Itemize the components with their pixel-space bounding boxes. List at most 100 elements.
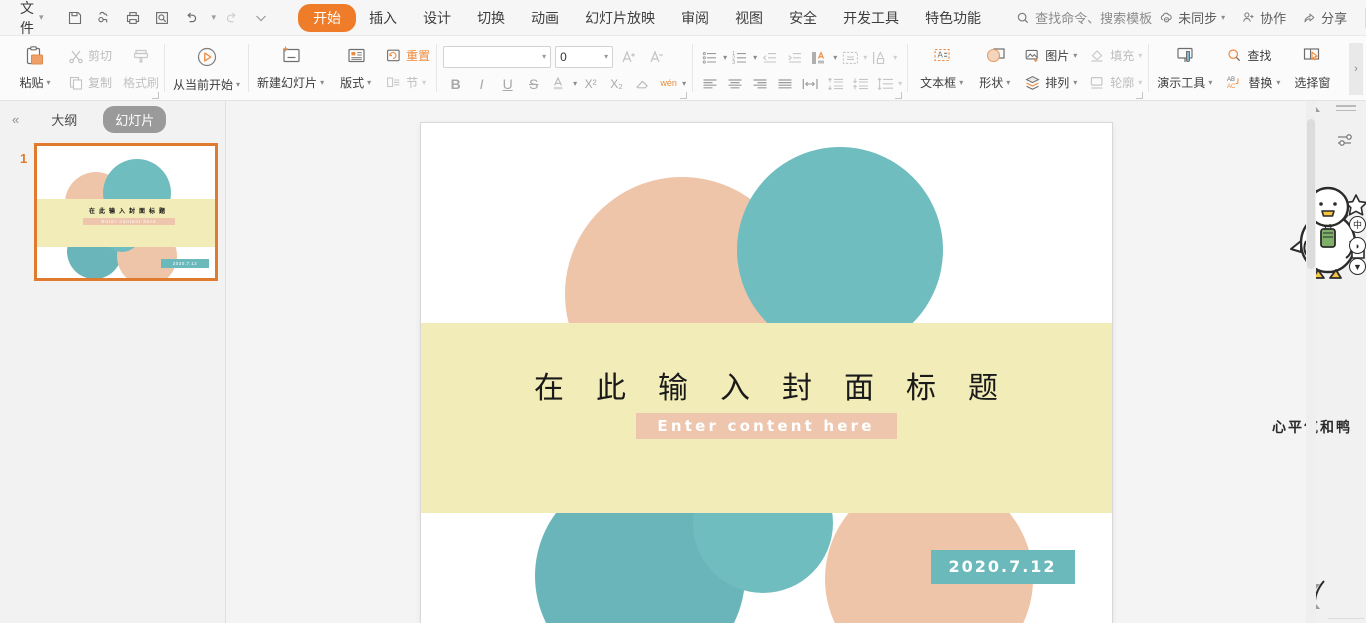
print-icon[interactable]: [120, 5, 147, 31]
vertical-scrollbar-thumb[interactable]: [1307, 119, 1315, 269]
layout-button[interactable]: 版式 ▾: [332, 40, 379, 91]
tab-view[interactable]: 视图: [722, 4, 776, 32]
paragraph-dialog-launcher[interactable]: [895, 92, 903, 99]
insert-dialog-launcher[interactable]: [1136, 92, 1144, 99]
share-button[interactable]: 分享: [1295, 4, 1354, 31]
text-color-button[interactable]: [547, 72, 572, 95]
redo-icon[interactable]: [218, 5, 245, 31]
align-center-button[interactable]: [723, 72, 747, 95]
line-spacing-up-button[interactable]: [823, 72, 847, 95]
copy-button[interactable]: 复制: [62, 69, 118, 96]
tab-insert[interactable]: 插入: [356, 4, 410, 32]
collapse-panel-button[interactable]: «: [6, 110, 25, 129]
undo-icon[interactable]: [178, 5, 205, 31]
font-name-input[interactable]: ▾: [443, 45, 552, 68]
chevron-down-icon[interactable]: ▾: [753, 53, 757, 62]
font-dialog-launcher[interactable]: [680, 92, 688, 99]
save-icon[interactable]: [62, 5, 89, 31]
decrease-font-size-button[interactable]: [645, 45, 669, 68]
paste-button[interactable]: 粘贴 ▾: [8, 40, 62, 91]
vertical-scrollbar-track[interactable]: [1306, 101, 1316, 623]
search-command-box[interactable]: 查找命令、搜索模板: [1016, 8, 1152, 27]
bullet-list-button[interactable]: [698, 46, 722, 69]
collaborate-button[interactable]: 协作: [1234, 4, 1293, 31]
text-direction-button[interactable]: [808, 46, 832, 69]
undo-dropdown-icon[interactable]: ▾: [212, 12, 217, 23]
chinese-input-badge[interactable]: 中: [1349, 216, 1366, 233]
chevron-down-icon[interactable]: ▾: [604, 52, 608, 61]
slide-title[interactable]: 在此输入封面标题: [421, 363, 1112, 407]
columns-button[interactable]: [868, 46, 892, 69]
line-spacing-button[interactable]: [873, 72, 897, 95]
customize-qat-icon[interactable]: [247, 5, 274, 31]
tab-features[interactable]: 特色功能: [912, 4, 994, 32]
chevron-down-icon[interactable]: ▾: [542, 52, 546, 61]
underline-button[interactable]: U: [495, 72, 520, 95]
slide-thumbnail-1[interactable]: 在此输入封面标题 Enter content here 2020.7.12: [34, 143, 218, 281]
textbox-button[interactable]: A 文本框 ▾: [912, 40, 971, 91]
chevron-down-icon[interactable]: ▾: [898, 79, 902, 88]
chevron-down-icon[interactable]: ▾: [1138, 51, 1142, 60]
chevron-down-icon[interactable]: ▾: [320, 78, 324, 87]
chevron-down-icon[interactable]: ▾: [367, 78, 371, 87]
chevron-down-icon[interactable]: ▾: [723, 53, 727, 62]
chevron-down-icon[interactable]: ▾: [1006, 78, 1010, 87]
strikethrough-button[interactable]: S: [521, 72, 546, 95]
tab-transition[interactable]: 切换: [464, 4, 518, 32]
new-slide-button[interactable]: 新建幻灯片 ▾: [249, 40, 332, 91]
tab-slides[interactable]: 幻灯片: [103, 105, 167, 133]
align-right-button[interactable]: [748, 72, 772, 95]
chevron-down-icon[interactable]: ▾: [1138, 78, 1142, 87]
tab-animation[interactable]: 动画: [518, 4, 572, 32]
format-painter-button[interactable]: 格式刷: [118, 40, 164, 91]
settings-sliders-button[interactable]: [1336, 131, 1356, 156]
selection-pane-button[interactable]: 选择窗: [1286, 40, 1338, 91]
align-textbox-button[interactable]: [838, 46, 862, 69]
chevron-down-icon[interactable]: ▾: [39, 12, 44, 23]
chevron-down-icon[interactable]: ▾: [1073, 51, 1077, 60]
print-preview-icon[interactable]: [149, 5, 176, 31]
section-button[interactable]: 节 ▾: [379, 69, 436, 96]
tab-outline[interactable]: 大纲: [39, 106, 89, 133]
chevron-down-icon[interactable]: ▾: [863, 53, 867, 62]
arrange-button[interactable]: 排列 ▾: [1018, 69, 1083, 96]
find-button[interactable]: 查找: [1220, 42, 1286, 69]
moon-badge[interactable]: ◗: [1349, 237, 1366, 254]
cat-badge[interactable]: ▼: [1349, 258, 1366, 275]
italic-button[interactable]: I: [469, 72, 494, 95]
increase-font-size-button[interactable]: [617, 45, 641, 68]
tab-start[interactable]: 开始: [298, 3, 357, 32]
chevron-down-icon[interactable]: ▾: [1276, 78, 1280, 87]
chevron-down-icon[interactable]: ▾: [893, 53, 897, 62]
fill-button[interactable]: 填充 ▾: [1083, 42, 1148, 69]
slide-subtitle[interactable]: Enter content here: [635, 413, 897, 439]
reset-button[interactable]: 重置: [379, 42, 436, 69]
superscript-button[interactable]: X²: [578, 72, 603, 95]
cloud-save-icon[interactable]: [91, 5, 118, 31]
line-spacing-down-button[interactable]: [848, 72, 872, 95]
distribute-button[interactable]: [798, 72, 822, 95]
bold-button[interactable]: B: [443, 72, 468, 95]
tab-security[interactable]: 安全: [776, 4, 830, 32]
file-menu-button[interactable]: 文件: [20, 0, 34, 38]
tab-design[interactable]: 设计: [410, 4, 464, 32]
replace-button[interactable]: AB AC 替换 ▾: [1220, 69, 1286, 96]
align-left-button[interactable]: [698, 72, 722, 95]
chevron-down-icon[interactable]: ▾: [422, 78, 426, 87]
from-current-slide-button[interactable]: 从当前开始 ▾: [165, 40, 248, 93]
clear-formatting-button[interactable]: [630, 72, 655, 95]
chevron-down-icon[interactable]: ▾: [47, 78, 51, 87]
justify-button[interactable]: [773, 72, 797, 95]
increase-indent-button[interactable]: [783, 46, 807, 69]
tab-slideshow[interactable]: 幻灯片放映: [572, 4, 668, 32]
chevron-down-icon[interactable]: ▾: [1208, 78, 1212, 87]
chevron-down-icon[interactable]: ▾: [959, 78, 963, 87]
panel-menu-button[interactable]: [1336, 105, 1356, 111]
slide-editor[interactable]: 在此输入封面标题 Enter content here 2020.7.12: [420, 123, 1112, 623]
chevron-down-icon[interactable]: ▾: [573, 79, 577, 88]
subscript-button[interactable]: X₂: [604, 72, 629, 95]
chevron-down-icon[interactable]: ▾: [833, 53, 837, 62]
decrease-indent-button[interactable]: [758, 46, 782, 69]
sync-status-button[interactable]: 未同步 ▾: [1152, 4, 1232, 31]
chevron-down-icon[interactable]: ▾: [1221, 13, 1225, 22]
